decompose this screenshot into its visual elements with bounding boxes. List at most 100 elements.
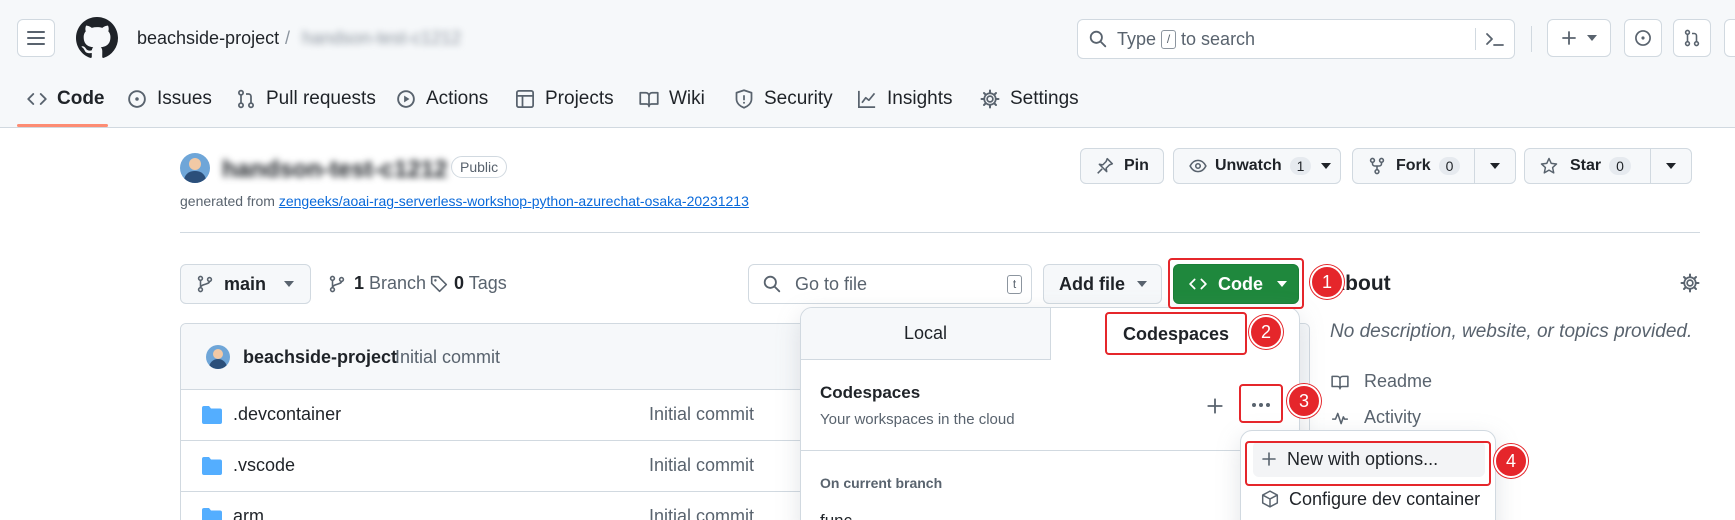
container-icon xyxy=(1261,490,1279,508)
star-icon xyxy=(1540,157,1558,174)
breadcrumb-separator: / xyxy=(285,28,291,48)
tab-projects[interactable]: Projects xyxy=(515,84,614,114)
fork-icon xyxy=(1369,157,1385,175)
tab-settings[interactable]: Settings xyxy=(980,84,1079,114)
command-palette-icon[interactable] xyxy=(1485,30,1505,48)
go-to-file-input[interactable]: Go to file t xyxy=(748,264,1032,304)
tab-code[interactable]: Code xyxy=(27,84,105,114)
file-name[interactable]: .vscode xyxy=(233,455,295,476)
tab-local[interactable]: Local xyxy=(801,308,1051,360)
pulse-icon xyxy=(1332,412,1348,424)
repo-avatar xyxy=(180,153,210,183)
tab-label: Wiki xyxy=(669,88,705,109)
tab-wiki[interactable]: Wiki xyxy=(639,84,705,114)
eye-icon xyxy=(1189,159,1207,173)
tab-label: Code xyxy=(57,88,105,109)
tag-count: 0 xyxy=(454,273,465,293)
tab-label: Issues xyxy=(157,88,212,109)
annotation-box-code xyxy=(1168,258,1304,309)
fork-label: Fork xyxy=(1396,157,1431,174)
tags-link[interactable]: 0 Tags xyxy=(430,273,507,294)
inbox-button[interactable] xyxy=(1724,19,1735,57)
branch-label: Branch xyxy=(369,273,427,293)
readme-link[interactable]: Readme xyxy=(1330,371,1432,392)
gear-icon[interactable] xyxy=(1680,273,1700,293)
repo-header-divider xyxy=(180,232,1700,233)
branch-select-button[interactable]: main xyxy=(180,264,311,304)
github-logo-icon[interactable] xyxy=(76,17,118,59)
issue-icon xyxy=(128,90,146,108)
pull-request-icon xyxy=(1684,29,1700,47)
tab-actions[interactable]: Actions xyxy=(396,84,488,114)
annotation-box-codespaces xyxy=(1105,312,1247,355)
unwatch-label: Unwatch xyxy=(1215,157,1282,174)
annotation-badge: 2 xyxy=(1249,315,1283,349)
annotation-box-new-with-options xyxy=(1245,441,1491,486)
shield-icon xyxy=(735,89,753,109)
configure-dev-container-item[interactable]: Configure dev container xyxy=(1253,481,1480,517)
codespaces-subtitle: Your workspaces in the cloud xyxy=(820,411,1015,428)
repo-name-link[interactable]: handson-test-c1212 xyxy=(302,28,461,49)
branch-count: 1 xyxy=(354,273,365,293)
tab-issues[interactable]: Issues xyxy=(127,84,212,114)
triangle-down-icon xyxy=(1666,163,1676,169)
issues-shortcut-button[interactable] xyxy=(1624,19,1662,57)
fork-dropdown-button[interactable] xyxy=(1474,148,1516,184)
on-current-branch-label: On current branch xyxy=(820,475,943,491)
about-description: No description, website, or topics provi… xyxy=(1330,321,1693,342)
star-dropdown-button[interactable] xyxy=(1650,148,1692,184)
tab-insights[interactable]: Insights xyxy=(857,84,952,114)
commit-author-avatar xyxy=(206,345,230,369)
tab-local-label: Local xyxy=(903,323,948,343)
commit-author[interactable]: beachside-project xyxy=(243,347,397,368)
file-commit-message[interactable]: Initial commit xyxy=(649,455,754,476)
template-repo-link[interactable]: zengeeks/aoai-rag-serverless-workshop-py… xyxy=(279,193,749,209)
file-commit-message[interactable]: Initial commit xyxy=(649,506,754,520)
folder-icon xyxy=(202,406,222,424)
go-to-file-placeholder: Go to file xyxy=(795,273,868,294)
plus-icon[interactable] xyxy=(1206,397,1224,415)
activity-link[interactable]: Activity xyxy=(1330,407,1421,428)
tab-label: Settings xyxy=(1010,88,1079,109)
annotation-badge: 3 xyxy=(1287,384,1321,418)
book-icon xyxy=(639,91,659,108)
pin-button[interactable]: Pin xyxy=(1080,148,1164,184)
menu-button[interactable] xyxy=(17,19,55,57)
code-icon xyxy=(27,93,47,105)
tab-label: Projects xyxy=(545,88,614,109)
configure-dev-container-label: Configure dev container xyxy=(1289,488,1481,509)
folder-icon xyxy=(202,457,222,475)
pull-requests-shortcut-button[interactable] xyxy=(1673,19,1711,57)
triangle-down-icon xyxy=(284,281,295,287)
star-button[interactable]: Star 0 xyxy=(1524,148,1651,184)
add-file-button[interactable]: Add file xyxy=(1043,264,1162,304)
codespace-item[interactable]: func... xyxy=(820,511,866,520)
dropdown-divider xyxy=(801,450,1299,451)
codespaces-heading: Codespaces xyxy=(820,383,921,402)
pin-label: Pin xyxy=(1124,157,1149,174)
create-new-button[interactable] xyxy=(1547,19,1611,57)
go-to-file-shortcut: t xyxy=(1007,275,1022,294)
issue-opened-icon xyxy=(1635,30,1651,46)
graph-icon xyxy=(858,90,876,108)
file-name[interactable]: arm xyxy=(233,506,264,520)
triangle-down-icon xyxy=(1587,35,1597,41)
book-icon xyxy=(1331,375,1349,390)
git-branch-icon xyxy=(329,275,345,292)
visibility-badge: Public xyxy=(451,156,508,178)
commit-message[interactable]: Initial commit xyxy=(395,347,500,368)
branches-link[interactable]: 1 Branch xyxy=(328,273,426,294)
owner-link[interactable]: beachside-project xyxy=(137,28,279,49)
search-input[interactable]: Type / to search xyxy=(1077,19,1515,59)
tab-security[interactable]: Security xyxy=(734,84,833,114)
file-commit-message[interactable]: Initial commit xyxy=(649,404,754,425)
activity-label: Activity xyxy=(1364,407,1422,427)
file-name[interactable]: .devcontainer xyxy=(233,404,341,425)
fork-button[interactable]: Fork 0 xyxy=(1352,148,1475,184)
tab-label: Security xyxy=(764,88,833,109)
repo-title[interactable]: handson-test-c1212 xyxy=(222,156,447,184)
unwatch-button[interactable]: Unwatch 1 xyxy=(1173,148,1341,184)
tab-pull-requests[interactable]: Pull requests xyxy=(236,84,376,114)
global-header: beachside-project / handson-test-c1212 T… xyxy=(0,0,1735,128)
tag-label: Tags xyxy=(468,273,507,293)
